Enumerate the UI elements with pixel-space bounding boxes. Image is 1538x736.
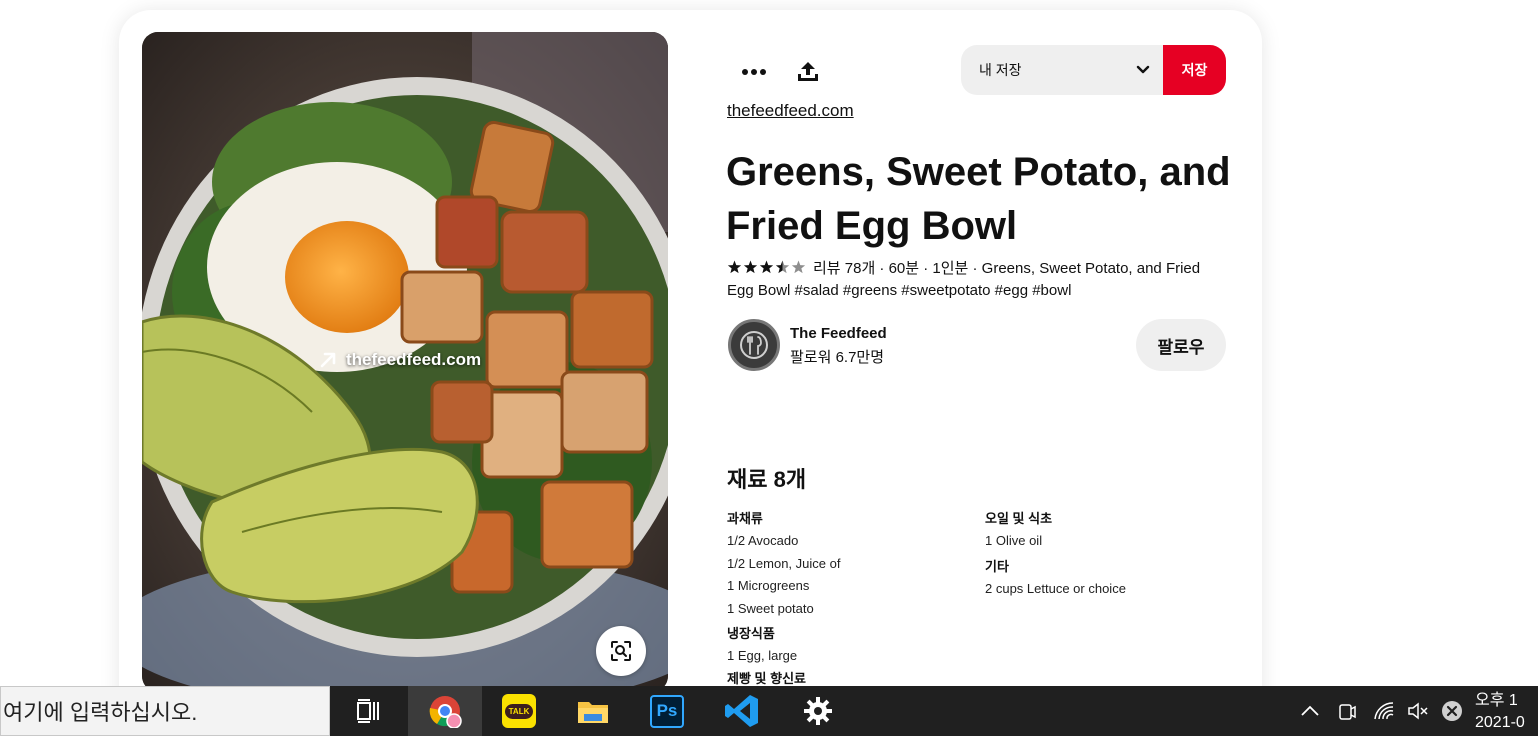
camera-icon <box>1339 704 1356 720</box>
ingredient-item: 1 Sweet potato <box>727 600 814 616</box>
tray-status-button[interactable] <box>1438 686 1466 736</box>
image-source-link-text: thefeedfeed.com <box>346 350 482 369</box>
taskbar-vscode[interactable] <box>705 686 779 736</box>
ingredient-item: 2 cups Lettuce or choice <box>985 580 1126 596</box>
volume-muted-icon <box>1408 702 1428 720</box>
ingredient-category: 냉장식품 <box>727 626 775 641</box>
pin-meta: 리뷰 78개 · 60분 · 1인분 · Greens, Sweet Potat… <box>727 258 1227 302</box>
ingredient-item: 1 Olive oil <box>985 533 1043 548</box>
board-select-dropdown[interactable]: 내 저장 <box>961 45 1166 95</box>
ingredients-column-left: 과채류 1/2 Avocado 1/2 Lemon, Juice of 1 Mi… <box>727 508 840 686</box>
ingredients-column-right: 오일 및 식초 1 Olive oil 기타 2 cups Lettuce or… <box>985 508 1126 600</box>
creator-followers: 팔로워 6.7만명 <box>790 349 885 366</box>
task-view-button[interactable] <box>331 686 405 736</box>
settings-gear-icon <box>804 697 832 725</box>
taskbar-kakaotalk[interactable]: TALK <box>482 686 556 736</box>
ingredient-item: 1/2 Lemon, Juice of <box>727 555 841 571</box>
tray-camera-button[interactable] <box>1334 686 1360 736</box>
taskbar-clock[interactable]: 오후 1 2021-0 <box>1475 690 1525 734</box>
clock-date: 2021-0 <box>1475 714 1525 731</box>
pin-image[interactable]: thefeedfeed.com <box>142 32 668 686</box>
kakaotalk-icon-label: TALK <box>504 703 534 719</box>
rating-star-icon <box>791 260 806 274</box>
more-horizontal-icon <box>742 69 766 75</box>
visual-search-button[interactable] <box>596 626 646 676</box>
save-button[interactable]: 저장 <box>1163 45 1226 95</box>
ingredient-category: 오일 및 식초 <box>985 511 1053 526</box>
image-source-link[interactable]: thefeedfeed.com <box>318 350 481 370</box>
vscode-icon <box>725 695 758 727</box>
ingredients-title: 재료 8개 <box>727 467 807 492</box>
rating-star-icon <box>775 260 790 274</box>
share-upload-icon <box>798 62 818 81</box>
ingredient-item: 1 Microgreens <box>727 578 810 593</box>
creator-logo-icon <box>740 331 768 359</box>
ingredient-category: 기타 <box>985 558 1009 574</box>
pin-closeup-card: thefeedfeed.com 내 저장 저장 thefeedfeed.com … <box>119 10 1262 686</box>
photoshop-icon-label: Ps <box>656 701 678 720</box>
clock-time: 오후 1 <box>1475 692 1518 709</box>
ingredient-item: 1 Egg, large <box>727 648 798 663</box>
file-explorer-icon <box>578 702 608 723</box>
pin-title: Greens, Sweet Potato, and Fried Egg Bowl <box>726 150 1231 248</box>
ingredient-category: 제빵 및 향신료 <box>727 670 806 686</box>
browser-viewport: thefeedfeed.com 내 저장 저장 thefeedfeed.com … <box>0 0 1538 686</box>
chevron-down-icon <box>1136 65 1150 74</box>
arrow-up-right-icon <box>320 352 336 368</box>
tray-volume-button[interactable] <box>1404 686 1432 736</box>
more-options-button[interactable] <box>734 52 774 92</box>
source-link[interactable]: thefeedfeed.com <box>727 101 854 121</box>
close-circle-icon <box>1442 701 1462 721</box>
taskbar-file-explorer[interactable] <box>556 686 630 736</box>
creator-name[interactable]: The Feedfeed <box>790 325 887 342</box>
share-button[interactable] <box>788 52 828 92</box>
taskbar-chrome[interactable] <box>408 686 482 736</box>
task-view-icon <box>357 699 379 723</box>
windows-taskbar: 여기에 입력하십시오. TALK Ps 오후 1 2021-0 <box>0 686 1538 736</box>
taskbar-search-placeholder: 여기에 입력하십시오. <box>3 700 198 725</box>
board-select-value: 내 저장 <box>979 62 1022 78</box>
ingredient-category: 과채류 <box>727 511 763 526</box>
rating-star-icon <box>743 260 758 274</box>
tray-overflow-button[interactable] <box>1296 686 1324 736</box>
creator-avatar[interactable] <box>728 319 780 371</box>
rating-star-icon <box>727 260 742 274</box>
tray-network-button[interactable] <box>1370 686 1398 736</box>
taskbar-photoshop[interactable]: Ps <box>630 686 704 736</box>
kakaotalk-icon: TALK <box>502 694 536 728</box>
rating-stars <box>727 260 806 274</box>
ingredient-item: 1/2 Avocado <box>727 533 799 548</box>
visual-search-icon <box>611 641 631 661</box>
wifi-icon <box>1374 702 1394 720</box>
chrome-icon <box>429 696 462 728</box>
rating-star-icon <box>759 260 774 274</box>
follow-button[interactable]: 팔로우 <box>1136 319 1226 371</box>
photoshop-icon: Ps <box>650 694 684 728</box>
taskbar-settings[interactable] <box>781 686 855 736</box>
chevron-up-icon <box>1301 705 1319 716</box>
taskbar-search-box[interactable]: 여기에 입력하십시오. <box>0 686 330 736</box>
